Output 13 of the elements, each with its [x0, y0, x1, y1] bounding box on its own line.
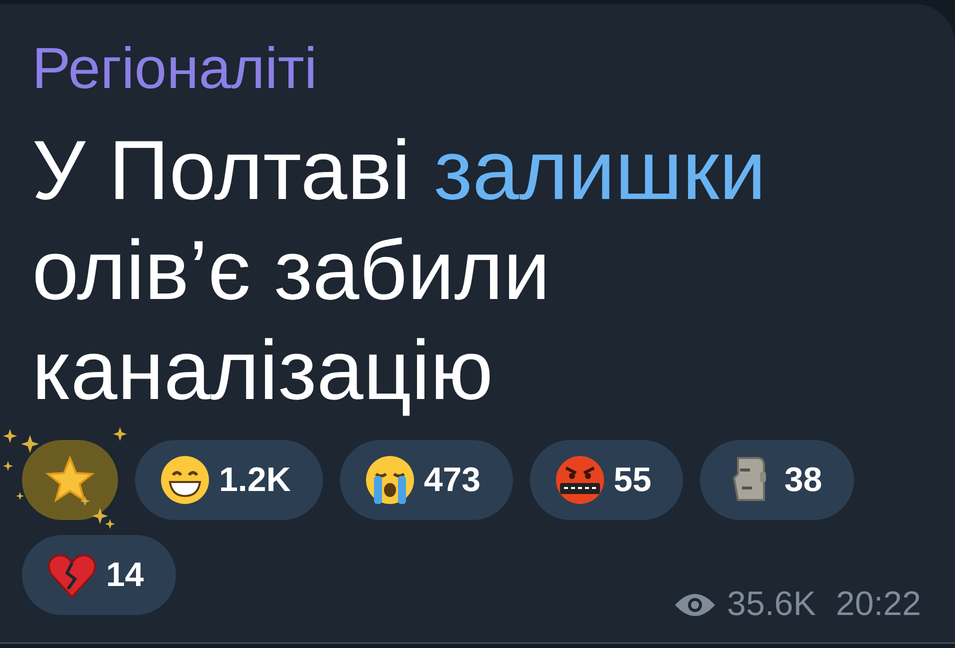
- reaction-button[interactable]: 473: [340, 440, 513, 520]
- grinning-face-icon: [159, 454, 211, 506]
- reaction-button[interactable]: 1.2K: [135, 440, 323, 520]
- crying-face-icon: [364, 454, 416, 506]
- message-text: У Полтаві залишки олів’є забили каналізацію: [32, 122, 768, 419]
- view-count: 35.6K: [727, 585, 816, 624]
- angry-face-icon: [554, 454, 606, 506]
- reaction-button[interactable]: 38: [700, 440, 854, 520]
- reaction-button[interactable]: 14: [22, 535, 176, 615]
- reaction-button[interactable]: 55: [530, 440, 684, 520]
- channel-name[interactable]: Регіоналіті: [32, 34, 921, 104]
- message-link[interactable]: залишки: [434, 123, 766, 217]
- message-time: 20:22: [836, 585, 921, 624]
